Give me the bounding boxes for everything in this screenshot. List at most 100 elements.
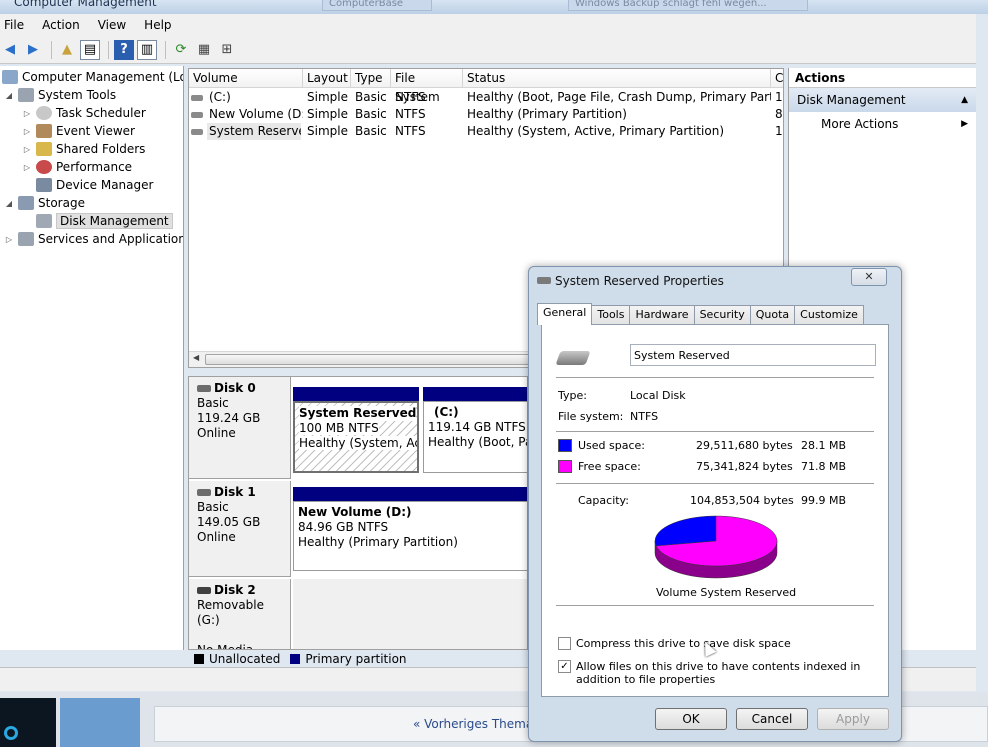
back-arrow-icon[interactable]: ◀ (0, 40, 20, 60)
previous-topic-link[interactable]: « Vorheriges Thema (413, 717, 533, 731)
tree-item-system-tools[interactable]: ◢ System Tools (4, 86, 116, 104)
tree-item-storage[interactable]: ◢ Storage (4, 194, 85, 212)
more-actions-item[interactable]: More Actions ▶ (789, 112, 976, 136)
removable-disk-icon (197, 587, 211, 594)
menu-action[interactable]: Action (38, 18, 86, 32)
tree-item-computer-management[interactable]: Computer Management (Local (2, 68, 183, 86)
column-header-layout[interactable]: Layout (303, 69, 351, 88)
tab-customize[interactable]: Customize (794, 305, 864, 325)
menu-view[interactable]: View (94, 18, 132, 32)
dialog-title: System Reserved Properties (555, 274, 724, 288)
tab-general[interactable]: General (537, 303, 593, 325)
window-titlebar: Computer Management ComputerBase Windows… (0, 0, 988, 14)
clock-icon (36, 106, 52, 120)
show-hide-action-pane-icon[interactable]: ▥ (137, 39, 157, 60)
ok-button[interactable]: OK (655, 708, 727, 730)
taskbar-app-button[interactable] (60, 698, 140, 747)
expand-icon[interactable]: ▷ (4, 235, 14, 244)
toolbar: ◀ ▶ ▲ ▤ ? ▥ ⟳ ▦ ⊞ (0, 36, 976, 64)
drive-icon (191, 95, 203, 101)
tree-item-performance[interactable]: ▷ Performance (22, 158, 132, 176)
partition-bar (293, 487, 527, 501)
taskbar-app-icon[interactable] (0, 698, 56, 747)
drive-icon (537, 277, 551, 284)
column-header-capacity[interactable]: C (771, 69, 783, 88)
background-tab[interactable]: Windows Backup schlägt fehl wegen... (568, 0, 808, 11)
pie-slice-used-space (654, 515, 717, 547)
volume-label-input[interactable] (630, 344, 876, 366)
column-header-status[interactable]: Status (463, 69, 771, 88)
partition-system-reserved[interactable]: System Reserved 100 MB NTFS Healthy (Sys… (293, 401, 419, 473)
close-button[interactable]: ✕ (851, 268, 887, 286)
apply-button[interactable]: Apply (817, 708, 889, 730)
dialog-tabs: General Tools Hardware Security Quota Cu… (537, 303, 864, 325)
tree-item-disk-management[interactable]: Disk Management (36, 212, 173, 230)
divider (556, 377, 874, 378)
up-folder-icon[interactable]: ▲ (57, 40, 77, 60)
free-space-swatch (558, 460, 572, 473)
drive-icon (191, 112, 203, 118)
tree-item-shared-folders[interactable]: ▷ Shared Folders (22, 140, 145, 158)
partition-d[interactable]: New Volume (D:) 84.96 GB NTFS Healthy (P… (293, 501, 527, 571)
used-space-swatch (558, 439, 572, 452)
properties-dialog: System Reserved Properties ✕ General Too… (528, 266, 902, 742)
collapse-icon[interactable]: ◢ (4, 91, 14, 100)
cancel-button[interactable]: Cancel (736, 708, 808, 730)
actions-header: Actions (789, 68, 976, 88)
column-header-type[interactable]: Type (351, 69, 391, 88)
expand-icon[interactable]: ▷ (22, 127, 32, 136)
tree-item-task-scheduler[interactable]: ▷ Task Scheduler (22, 104, 146, 122)
expand-icon[interactable]: ▷ (22, 109, 32, 118)
menu-file[interactable]: File (0, 18, 30, 32)
divider (556, 483, 874, 484)
disk-icon (197, 489, 211, 496)
window-title: Computer Management (14, 0, 157, 9)
tab-quota[interactable]: Quota (749, 305, 796, 325)
tree-item-device-manager[interactable]: Device Manager (36, 176, 153, 194)
background-tab[interactable]: ComputerBase (322, 0, 432, 11)
help-icon[interactable]: ? (114, 39, 134, 60)
actions-section-disk-management[interactable]: Disk Management ▲ (789, 88, 976, 112)
tab-hardware[interactable]: Hardware (629, 305, 695, 325)
tab-tools[interactable]: Tools (591, 305, 631, 325)
disk-1-label[interactable]: Disk 1 Basic 149.05 GB Online (189, 481, 291, 577)
disk-2-empty-area (293, 579, 527, 649)
column-header-volume[interactable]: Volume (189, 69, 303, 88)
computer-icon (2, 70, 18, 84)
collapse-up-icon[interactable]: ▲ (961, 88, 968, 112)
submenu-arrow-icon: ▶ (961, 119, 968, 129)
menu-help[interactable]: Help (140, 18, 177, 32)
partition-bar (423, 387, 527, 401)
expand-icon[interactable]: ▷ (22, 163, 32, 172)
unallocated-swatch (194, 653, 204, 664)
disk-legend: Unallocated Primary partition (188, 650, 528, 667)
column-header-file-system[interactable]: File System (391, 69, 463, 104)
close-icon: ✕ (864, 270, 874, 283)
rescan-icon[interactable]: ⊞ (217, 40, 237, 60)
tree-item-event-viewer[interactable]: ▷ Event Viewer (22, 122, 135, 140)
toolbar-separator (51, 40, 52, 59)
properties-icon[interactable]: ▦ (194, 40, 214, 60)
menu-bar: File Action View Help (0, 14, 976, 36)
navigation-tree: Computer Management (Local ◢ System Tool… (0, 66, 184, 650)
disk-0-label[interactable]: Disk 0 Basic 119.24 GB Online (189, 377, 291, 479)
divider (556, 605, 874, 606)
shared-folder-icon (36, 142, 52, 156)
partition-bar (293, 387, 419, 401)
index-checkbox[interactable]: ✓ (558, 660, 571, 673)
tab-security[interactable]: Security (693, 305, 751, 325)
partition-c[interactable]: (C:) 119.14 GB NTFS Healthy (Boot, Pag (423, 401, 527, 473)
tree-item-services-and-applications[interactable]: ▷ Services and Applications (4, 230, 183, 248)
forward-arrow-icon[interactable]: ▶ (23, 40, 43, 60)
primary-partition-swatch (290, 653, 301, 664)
refresh-icon[interactable]: ⟳ (171, 40, 191, 60)
disk-2-label[interactable]: Disk 2 Removable (G:) No Media (189, 579, 291, 649)
compress-checkbox[interactable] (558, 637, 571, 650)
scrollbar-thumb[interactable] (205, 354, 565, 365)
collapse-icon[interactable]: ◢ (4, 199, 14, 208)
quicktime-icon (4, 726, 18, 740)
show-hide-tree-icon[interactable]: ▤ (80, 39, 100, 60)
scroll-left-icon[interactable]: ◀ (193, 353, 199, 362)
expand-icon[interactable]: ▷ (22, 145, 32, 154)
device-manager-icon (36, 178, 52, 192)
